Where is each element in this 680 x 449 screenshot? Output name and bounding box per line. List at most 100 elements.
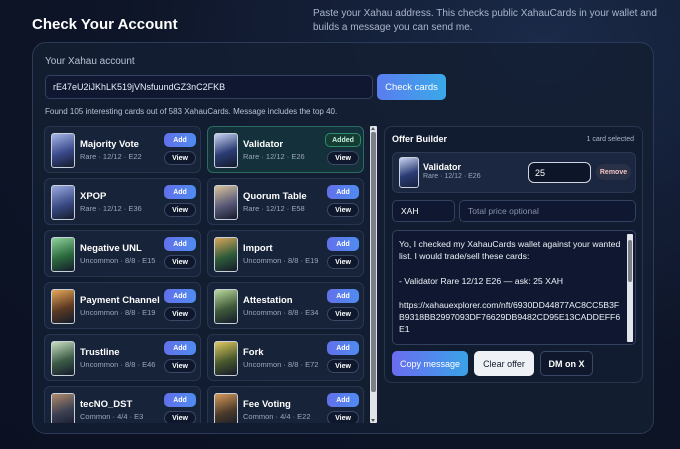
add-button[interactable]: Add: [164, 393, 196, 407]
card-tile: Trustline Uncommon · 8/8 · E46 Add View: [44, 334, 201, 381]
scrollbar-thumb[interactable]: [371, 132, 376, 392]
copy-message-button[interactable]: Copy message: [392, 351, 468, 376]
page-title: Check Your Account: [32, 16, 178, 33]
card-meta: Uncommon · 8/8 · E72: [243, 360, 319, 369]
card-meta: Common · 4/4 · E3: [80, 412, 144, 421]
card-meta: Uncommon · 8/8 · E46: [80, 360, 156, 369]
card-meta: Rare · 12/12 · E36: [80, 204, 142, 213]
view-button[interactable]: View: [327, 255, 359, 269]
add-button[interactable]: Add: [164, 341, 196, 355]
view-button[interactable]: View: [327, 203, 359, 217]
card-tile: Payment Channel Uncommon · 8/8 · E19 Add Vi…: [44, 282, 201, 329]
card-thumbnail: [51, 237, 75, 272]
card-name: Majority Vote: [80, 139, 139, 150]
card-tile: Negative UNL Uncommon · 8/8 · E15 Add View: [44, 230, 201, 277]
remove-button[interactable]: Remove: [596, 164, 631, 180]
selected-card-meta: Rare · 12/12 · E26: [423, 173, 481, 180]
add-button[interactable]: Add: [327, 341, 359, 355]
card-list: Majority Vote Rare · 12/12 · E22 Add View Va…: [44, 126, 369, 423]
check-cards-button[interactable]: Check cards: [377, 74, 446, 100]
view-button[interactable]: View: [327, 359, 359, 373]
card-name: Fork: [243, 347, 264, 358]
card-meta: Common · 4/4 · E22: [243, 412, 311, 421]
add-button[interactable]: Add: [164, 237, 196, 251]
selected-card-thumbnail: [399, 157, 419, 188]
card-meta: Rare · 12/12 · E22: [80, 152, 142, 161]
card-name: Import: [243, 243, 273, 254]
add-button[interactable]: Add: [164, 185, 196, 199]
card-name: Validator: [243, 139, 284, 150]
card-thumbnail: [51, 289, 75, 324]
card-meta: Uncommon · 8/8 · E19: [80, 308, 156, 317]
added-button[interactable]: Added: [325, 133, 361, 147]
view-button[interactable]: View: [327, 307, 359, 321]
card-meta: Uncommon · 8/8 · E15: [80, 256, 156, 265]
offer-builder-title: Offer Builder: [392, 134, 448, 144]
account-label: Your Xahau account: [45, 56, 135, 67]
card-tile: Import Uncommon · 8/8 · E19 Add View: [207, 230, 364, 277]
message-textarea[interactable]: Yo, I checked my XahauCards wallet again…: [392, 230, 636, 345]
card-meta: Rare · 12/12 · E26: [243, 152, 305, 161]
view-button[interactable]: View: [164, 203, 196, 217]
card-meta: Uncommon · 8/8 · E19: [243, 256, 319, 265]
view-button[interactable]: View: [164, 307, 196, 321]
intro-text: Paste your Xahau address. This checks pu…: [313, 8, 657, 33]
add-button[interactable]: Add: [327, 237, 359, 251]
selected-card-row: Validator Rare · 12/12 · E26 Remove: [392, 152, 636, 193]
dm-on-x-button[interactable]: DM on X: [540, 351, 593, 376]
card-tile: Fork Uncommon · 8/8 · E72 Add View: [207, 334, 364, 381]
card-name: XPOP: [80, 191, 107, 202]
card-name: tecNO_DST: [80, 399, 133, 410]
add-button[interactable]: Add: [327, 393, 359, 407]
card-tile: tecNO_DST Common · 4/4 · E3 Add View: [44, 386, 201, 423]
view-button[interactable]: View: [164, 151, 196, 165]
card-meta: Uncommon · 8/8 · E34: [243, 308, 319, 317]
add-button[interactable]: Add: [327, 289, 359, 303]
view-button[interactable]: View: [327, 411, 359, 423]
scroll-down-icon[interactable]: [371, 419, 375, 422]
card-name: Attestation: [243, 295, 293, 306]
view-button[interactable]: View: [164, 359, 196, 373]
card-name: Trustline: [80, 347, 120, 358]
card-name: Fee Voting: [243, 399, 291, 410]
account-input[interactable]: [45, 75, 373, 99]
card-thumbnail: [51, 185, 75, 220]
card-list-scrollbar[interactable]: [370, 126, 377, 423]
card-thumbnail: [51, 393, 75, 423]
offer-builder: Offer Builder 1 card selected Validator …: [384, 126, 643, 383]
add-button[interactable]: Add: [164, 133, 196, 147]
found-summary: Found 105 interesting cards out of 583 X…: [45, 107, 338, 116]
selected-count: 1 card selected: [586, 136, 634, 143]
card-name: Payment Channel: [80, 295, 160, 306]
total-price-input[interactable]: [459, 200, 636, 222]
account-panel: Your Xahau account Check cards Found 105…: [32, 42, 654, 434]
currency-select[interactable]: XAH: [392, 200, 455, 222]
view-button[interactable]: View: [164, 255, 196, 269]
add-button[interactable]: Add: [327, 185, 359, 199]
view-button[interactable]: View: [327, 151, 359, 165]
selected-card-name: Validator: [423, 162, 462, 172]
card-price-input[interactable]: [528, 162, 591, 183]
card-tile: Attestation Uncommon · 8/8 · E34 Add View: [207, 282, 364, 329]
card-tile: Majority Vote Rare · 12/12 · E22 Add View: [44, 126, 201, 173]
clear-offer-button[interactable]: Clear offer: [474, 351, 534, 376]
add-button[interactable]: Add: [164, 289, 196, 303]
card-tile: Validator Rare · 12/12 · E26 Added View: [207, 126, 364, 173]
card-thumbnail: [214, 133, 238, 168]
card-thumbnail: [214, 341, 238, 376]
card-name: Negative UNL: [80, 243, 142, 254]
scroll-up-icon[interactable]: [371, 127, 375, 130]
card-thumbnail: [214, 185, 238, 220]
card-thumbnail: [214, 393, 238, 423]
card-tile: Quorum Table Rare · 12/12 · E58 Add View: [207, 178, 364, 225]
card-name: Quorum Table: [243, 191, 307, 202]
card-thumbnail: [51, 133, 75, 168]
message-scrollbar[interactable]: [627, 234, 633, 342]
message-text: Yo, I checked my XahauCards wallet again…: [399, 239, 621, 335]
card-thumbnail: [51, 341, 75, 376]
card-tile: Fee Voting Common · 4/4 · E22 Add View: [207, 386, 364, 423]
message-scrollbar-thumb[interactable]: [628, 240, 632, 282]
card-thumbnail: [214, 289, 238, 324]
card-tile: XPOP Rare · 12/12 · E36 Add View: [44, 178, 201, 225]
view-button[interactable]: View: [164, 411, 196, 423]
